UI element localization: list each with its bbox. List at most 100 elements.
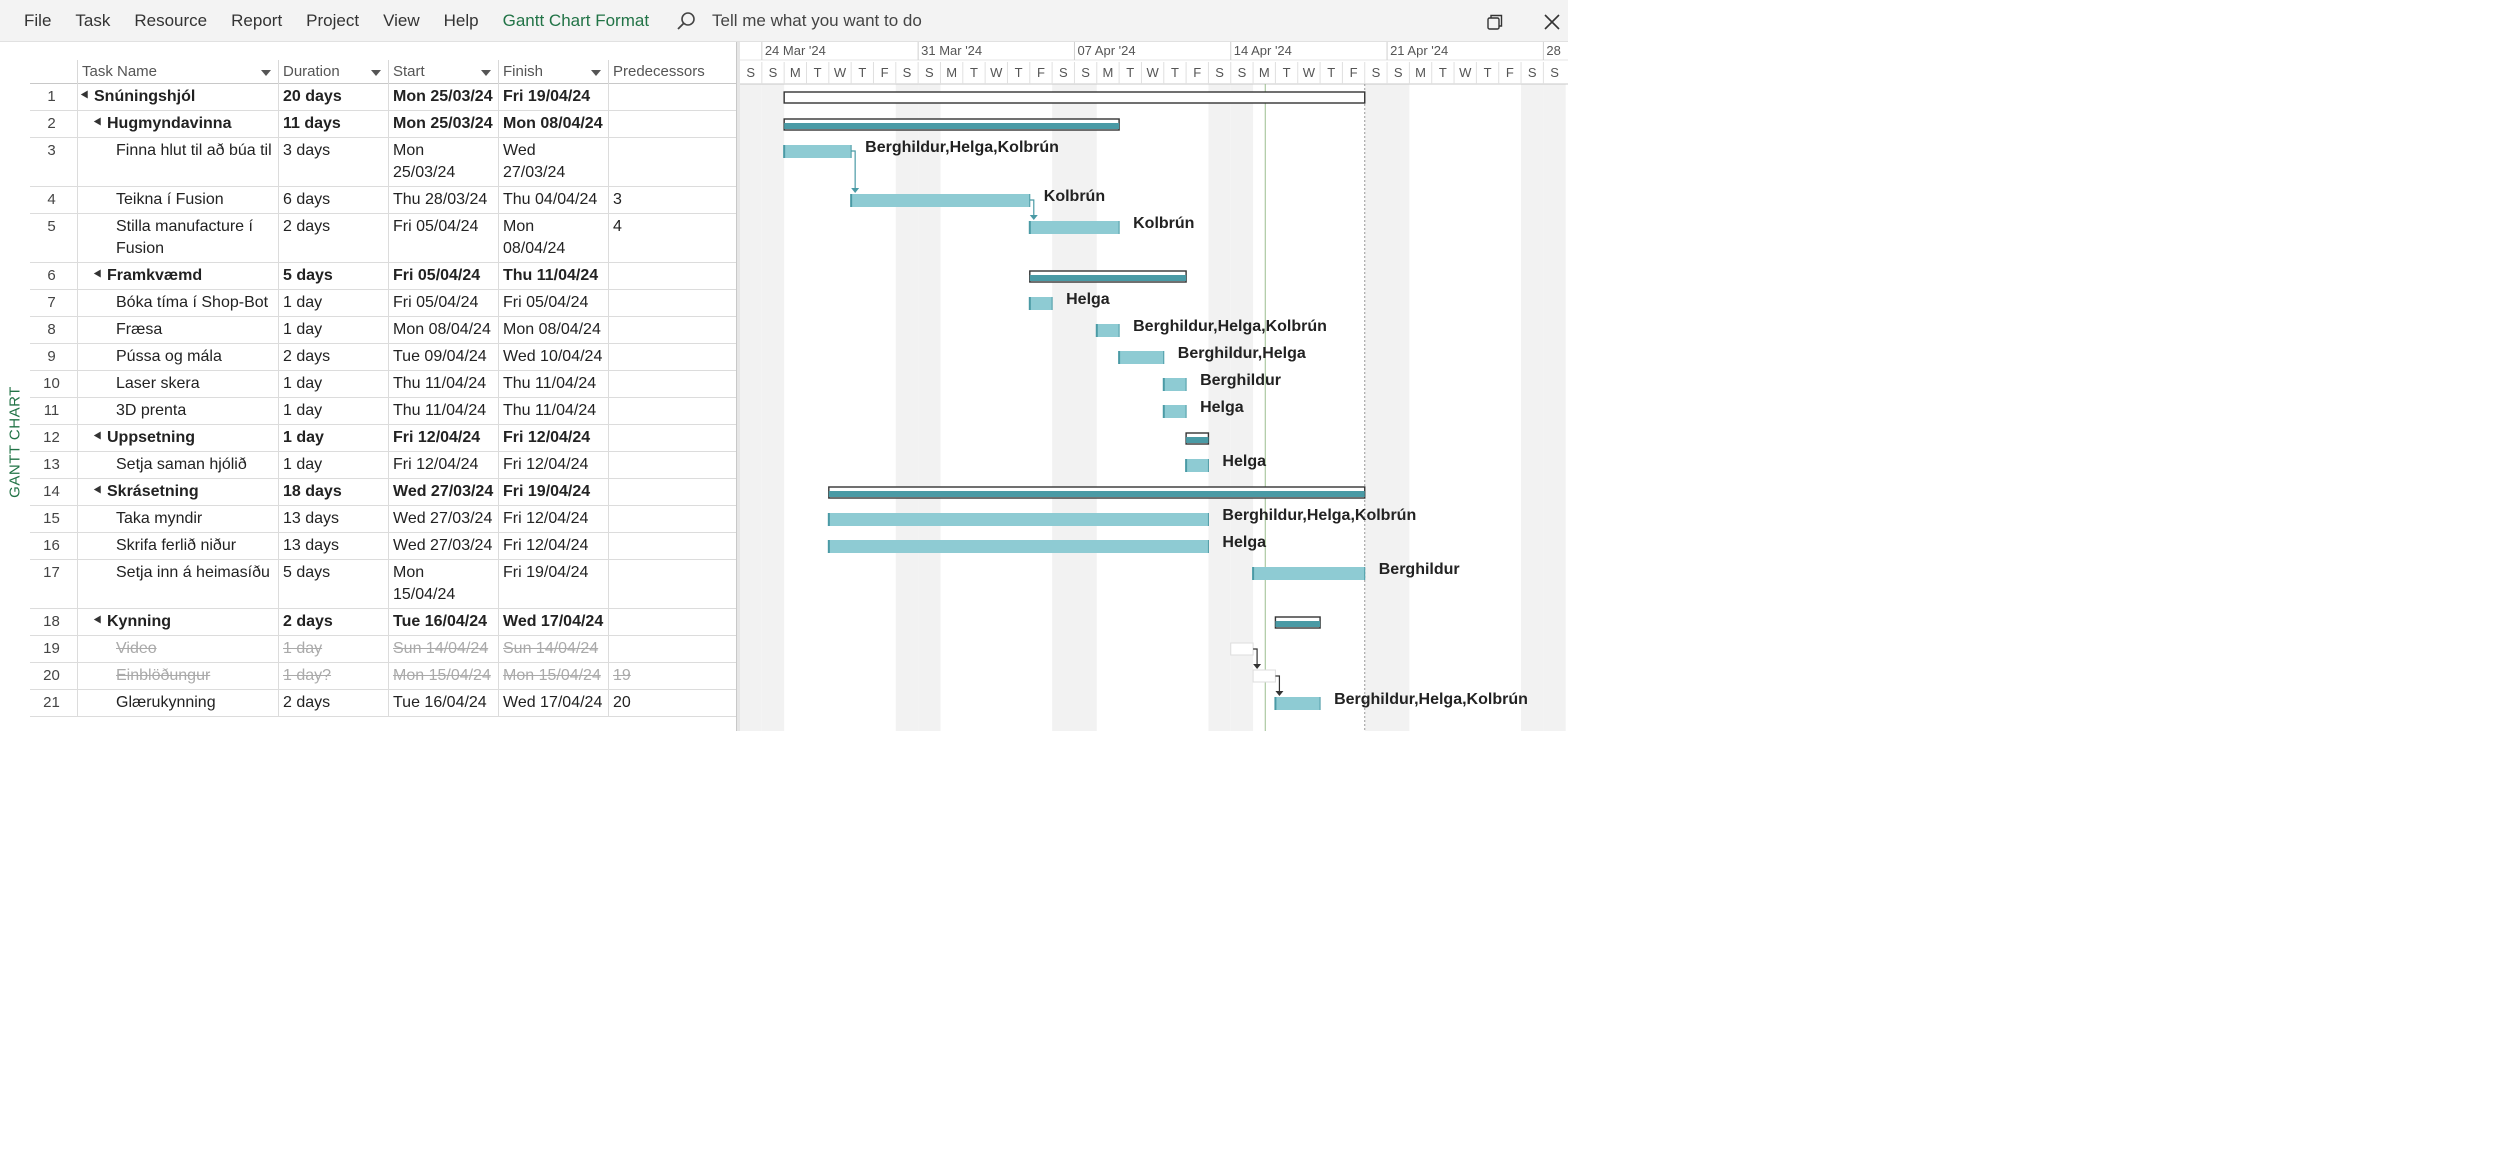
finish-cell[interactable]: Mon 08/04/24 (499, 214, 609, 262)
task-row[interactable]: 5 Stilla manufacture í Fusion 2 days Fri 05… (30, 214, 736, 263)
task-name-cell[interactable]: Skrifa ferlið niður (78, 533, 279, 559)
duration-cell[interactable]: 5 days (279, 263, 389, 289)
filter-dropdown-icon[interactable] (481, 70, 491, 76)
start-cell[interactable]: Mon 08/04/24 (389, 317, 499, 343)
task-name-cell[interactable]: Bóka tíma í Shop-Bot (78, 290, 279, 316)
task-name-cell[interactable]: 3D prenta (78, 398, 279, 424)
row-id[interactable]: 14 (30, 479, 78, 505)
duration-cell[interactable]: 2 days (279, 214, 389, 262)
collapse-triangle-icon[interactable] (93, 269, 105, 280)
duration-cell[interactable]: 5 days (279, 560, 389, 608)
start-cell[interactable]: Tue 16/04/24 (389, 609, 499, 635)
column-header-finish[interactable]: Finish (499, 60, 609, 84)
task-name-cell[interactable]: Finna hlut til að búa til (78, 138, 279, 186)
finish-cell[interactable]: Mon 08/04/24 (499, 111, 609, 137)
predecessors-cell[interactable] (609, 506, 736, 532)
duration-cell[interactable]: 11 days (279, 111, 389, 137)
menu-tab-help[interactable]: Help (444, 11, 479, 31)
start-cell[interactable]: Mon 25/03/24 (389, 84, 499, 110)
task-name-cell[interactable]: Video (78, 636, 279, 662)
predecessors-cell[interactable] (609, 479, 736, 505)
row-id[interactable]: 13 (30, 452, 78, 478)
row-id[interactable]: 17 (30, 560, 78, 608)
finish-cell[interactable]: Wed 17/04/24 (499, 609, 609, 635)
duration-cell[interactable]: 1 day (279, 398, 389, 424)
predecessors-cell[interactable]: 4 (609, 214, 736, 262)
task-name-cell[interactable]: Hugmyndavinna (78, 111, 279, 137)
menu-tab-task[interactable]: Task (75, 11, 110, 31)
row-id[interactable]: 19 (30, 636, 78, 662)
predecessors-cell[interactable] (609, 636, 736, 662)
finish-cell[interactable]: Fri 19/04/24 (499, 560, 609, 608)
row-id[interactable]: 5 (30, 214, 78, 262)
predecessors-cell[interactable] (609, 609, 736, 635)
predecessors-cell[interactable] (609, 533, 736, 559)
predecessors-cell[interactable] (609, 452, 736, 478)
collapse-triangle-icon[interactable] (93, 117, 105, 128)
finish-cell[interactable]: Thu 11/04/24 (499, 263, 609, 289)
task-name-cell[interactable]: Uppsetning (78, 425, 279, 451)
task-row[interactable]: 2 Hugmyndavinna 11 days Mon 25/03/24 Mon 08/… (30, 111, 736, 138)
start-cell[interactable]: Fri 12/04/24 (389, 452, 499, 478)
duration-cell[interactable]: 1 day? (279, 663, 389, 689)
finish-cell[interactable]: Fri 19/04/24 (499, 84, 609, 110)
finish-cell[interactable]: Mon 15/04/24 (499, 663, 609, 689)
predecessors-cell[interactable] (609, 138, 736, 186)
finish-cell[interactable]: Fri 12/04/24 (499, 452, 609, 478)
task-name-cell[interactable]: Teikna í Fusion (78, 187, 279, 213)
finish-cell[interactable]: Fri 12/04/24 (499, 506, 609, 532)
task-name-cell[interactable]: Kynning (78, 609, 279, 635)
row-id[interactable]: 12 (30, 425, 78, 451)
task-name-cell[interactable]: Laser skera (78, 371, 279, 397)
duration-cell[interactable]: 1 day (279, 371, 389, 397)
start-cell[interactable]: Thu 11/04/24 (389, 371, 499, 397)
duration-cell[interactable]: 20 days (279, 84, 389, 110)
start-cell[interactable]: Fri 05/04/24 (389, 290, 499, 316)
start-cell[interactable]: Thu 28/03/24 (389, 187, 499, 213)
task-row[interactable]: 6 Framkvæmd 5 days Fri 05/04/24 Thu 11/04/24 (30, 263, 736, 290)
task-name-cell[interactable]: Setja saman hjólið (78, 452, 279, 478)
task-row[interactable]: 20 Einblöðungur 1 day? Mon 15/04/24 Mon 15/0… (30, 663, 736, 690)
filter-dropdown-icon[interactable] (371, 70, 381, 76)
row-id[interactable]: 7 (30, 290, 78, 316)
duration-cell[interactable]: 1 day (279, 452, 389, 478)
row-id[interactable]: 9 (30, 344, 78, 370)
restore-window-icon[interactable] (1485, 12, 1505, 32)
collapse-triangle-icon[interactable] (93, 485, 105, 496)
row-id[interactable]: 10 (30, 371, 78, 397)
row-id[interactable]: 6 (30, 263, 78, 289)
predecessors-cell[interactable] (609, 84, 736, 110)
duration-cell[interactable]: 1 day (279, 317, 389, 343)
task-name-cell[interactable]: Snúningshjól (78, 84, 279, 110)
predecessors-cell[interactable] (609, 111, 736, 137)
row-id[interactable]: 16 (30, 533, 78, 559)
start-cell[interactable]: Fri 12/04/24 (389, 425, 499, 451)
start-cell[interactable]: Mon 25/03/24 (389, 138, 499, 186)
menu-tab-view[interactable]: View (383, 11, 420, 31)
row-id[interactable]: 3 (30, 138, 78, 186)
task-row[interactable]: 14 Skrásetning 18 days Wed 27/03/24 Fri 19/0… (30, 479, 736, 506)
menu-tab-resource[interactable]: Resource (134, 11, 207, 31)
task-name-cell[interactable]: Stilla manufacture í Fusion (78, 214, 279, 262)
duration-cell[interactable]: 2 days (279, 344, 389, 370)
predecessors-cell[interactable] (609, 425, 736, 451)
row-id[interactable]: 18 (30, 609, 78, 635)
task-name-cell[interactable]: Skrásetning (78, 479, 279, 505)
start-cell[interactable]: Wed 27/03/24 (389, 479, 499, 505)
predecessors-cell[interactable] (609, 560, 736, 608)
start-cell[interactable]: Tue 16/04/24 (389, 690, 499, 716)
duration-cell[interactable]: 2 days (279, 609, 389, 635)
task-name-cell[interactable]: Taka myndir (78, 506, 279, 532)
collapse-triangle-icon[interactable] (80, 90, 92, 101)
tell-me-search[interactable]: Tell me what you want to do (676, 0, 922, 42)
menu-tab-project[interactable]: Project (306, 11, 359, 31)
row-id[interactable]: 1 (30, 84, 78, 110)
row-id[interactable]: 2 (30, 111, 78, 137)
finish-cell[interactable]: Fri 05/04/24 (499, 290, 609, 316)
predecessors-cell[interactable]: 20 (609, 690, 736, 716)
finish-cell[interactable]: Thu 04/04/24 (499, 187, 609, 213)
row-id[interactable]: 8 (30, 317, 78, 343)
task-row[interactable]: 11 3D prenta 1 day Thu 11/04/24 Thu 11/04/24 (30, 398, 736, 425)
finish-cell[interactable]: Thu 11/04/24 (499, 398, 609, 424)
task-name-cell[interactable]: Pússa og mála (78, 344, 279, 370)
